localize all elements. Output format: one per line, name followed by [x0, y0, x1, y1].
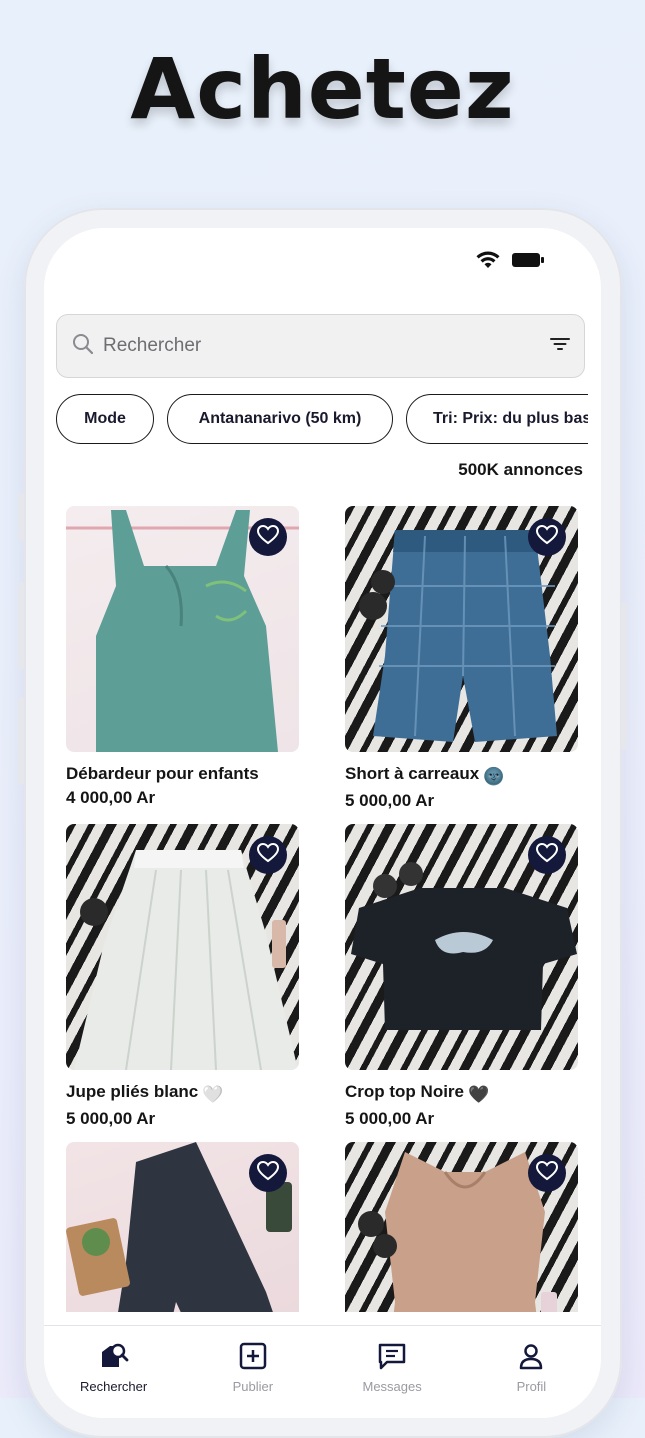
chip-sort-label: Tri: Prix: du plus bas [433, 410, 588, 427]
product-title: Débardeur pour enfants [66, 764, 299, 784]
product-image[interactable] [66, 1142, 299, 1312]
product-title-text: Crop top Noire [345, 1082, 464, 1101]
product-title: Short à carreaux 🌚 [345, 764, 578, 787]
product-card[interactable]: Débardeur pour enfants 4 000,00 Ar [66, 506, 299, 808]
favorite-button[interactable] [249, 518, 287, 556]
filter-icon[interactable] [548, 332, 572, 361]
favorite-button[interactable] [528, 518, 566, 556]
tab-profil[interactable]: Profil [462, 1326, 601, 1418]
chip-sort[interactable]: Tri: Prix: du plus bas [406, 394, 588, 444]
product-title-text: Jupe pliés blanc [66, 1082, 199, 1101]
tab-label: Profil [516, 1379, 547, 1394]
heart-icon [535, 842, 559, 868]
headline: Achetez [130, 40, 515, 138]
tab-bar: Rechercher Publier Messages Profil [44, 1325, 601, 1418]
side-button-power [621, 602, 627, 750]
favorite-button[interactable] [249, 836, 287, 874]
wifi-icon [475, 250, 501, 275]
battery-icon [511, 251, 545, 274]
product-card[interactable] [66, 1142, 299, 1312]
side-button-volume-down [18, 697, 24, 785]
product-grid: Débardeur pour enfants 4 000,00 Ar Short… [66, 506, 586, 1312]
search-tag-icon [99, 1342, 129, 1375]
product-title-emoji: 🌚 [483, 767, 505, 786]
message-icon [377, 1342, 407, 1375]
plus-square-icon [239, 1342, 267, 1375]
side-button-silent [18, 493, 24, 541]
heart-icon [256, 1160, 280, 1186]
product-title: Jupe pliés blanc 🤍 [66, 1082, 299, 1105]
product-card[interactable]: Short à carreaux 🌚 5 000,00 Ar [345, 506, 578, 811]
tab-messages[interactable]: Messages [323, 1326, 462, 1418]
listing-count: 500K annonces [458, 460, 583, 479]
product-card[interactable] [345, 1142, 578, 1312]
favorite-button[interactable] [528, 1154, 566, 1192]
search-input[interactable]: Rechercher [103, 335, 548, 357]
product-image[interactable] [345, 824, 578, 1070]
product-image[interactable] [345, 506, 578, 752]
search-icon [71, 332, 95, 361]
product-price: 4 000,00 Ar [66, 788, 156, 807]
product-title-text: Short à carreaux [345, 764, 480, 783]
tab-publier[interactable]: Publier [183, 1326, 322, 1418]
product-image[interactable] [66, 506, 299, 752]
favorite-button[interactable] [249, 1154, 287, 1192]
tab-rechercher[interactable]: Rechercher [44, 1326, 183, 1418]
chip-category[interactable]: Mode [56, 394, 154, 444]
heart-icon [256, 524, 280, 550]
product-image[interactable] [345, 1142, 578, 1312]
person-icon [517, 1342, 545, 1375]
status-bar [475, 250, 545, 275]
heart-icon [535, 1160, 559, 1186]
filter-chips: Mode Antananarivo (50 km) Tri: Prix: du … [56, 394, 588, 446]
product-price: 5 000,00 Ar [66, 1109, 156, 1128]
product-price: 5 000,00 Ar [345, 791, 435, 810]
product-title: Crop top Noire 🖤 [345, 1082, 578, 1105]
side-button-volume-up [18, 582, 24, 670]
product-price: 5 000,00 Ar [345, 1109, 435, 1128]
phone-screen: Rechercher Mode Antananarivo (50 km) Tri… [44, 228, 601, 1418]
tab-label: Rechercher [80, 1379, 148, 1394]
tab-label: Publier [232, 1379, 274, 1394]
product-card[interactable]: Crop top Noire 🖤 5 000,00 Ar [345, 824, 578, 1129]
chip-location[interactable]: Antananarivo (50 km) [167, 394, 393, 444]
product-title-emoji: 🤍 [202, 1085, 224, 1104]
favorite-button[interactable] [528, 836, 566, 874]
heart-icon [256, 842, 280, 868]
search-bar[interactable]: Rechercher [56, 314, 585, 378]
product-title-emoji: 🖤 [468, 1085, 490, 1104]
product-card[interactable]: Jupe pliés blanc 🤍 5 000,00 Ar [66, 824, 299, 1129]
heart-icon [535, 524, 559, 550]
product-image[interactable] [66, 824, 299, 1070]
tab-label: Messages [362, 1379, 422, 1394]
product-title-text: Débardeur pour enfants [66, 764, 259, 783]
